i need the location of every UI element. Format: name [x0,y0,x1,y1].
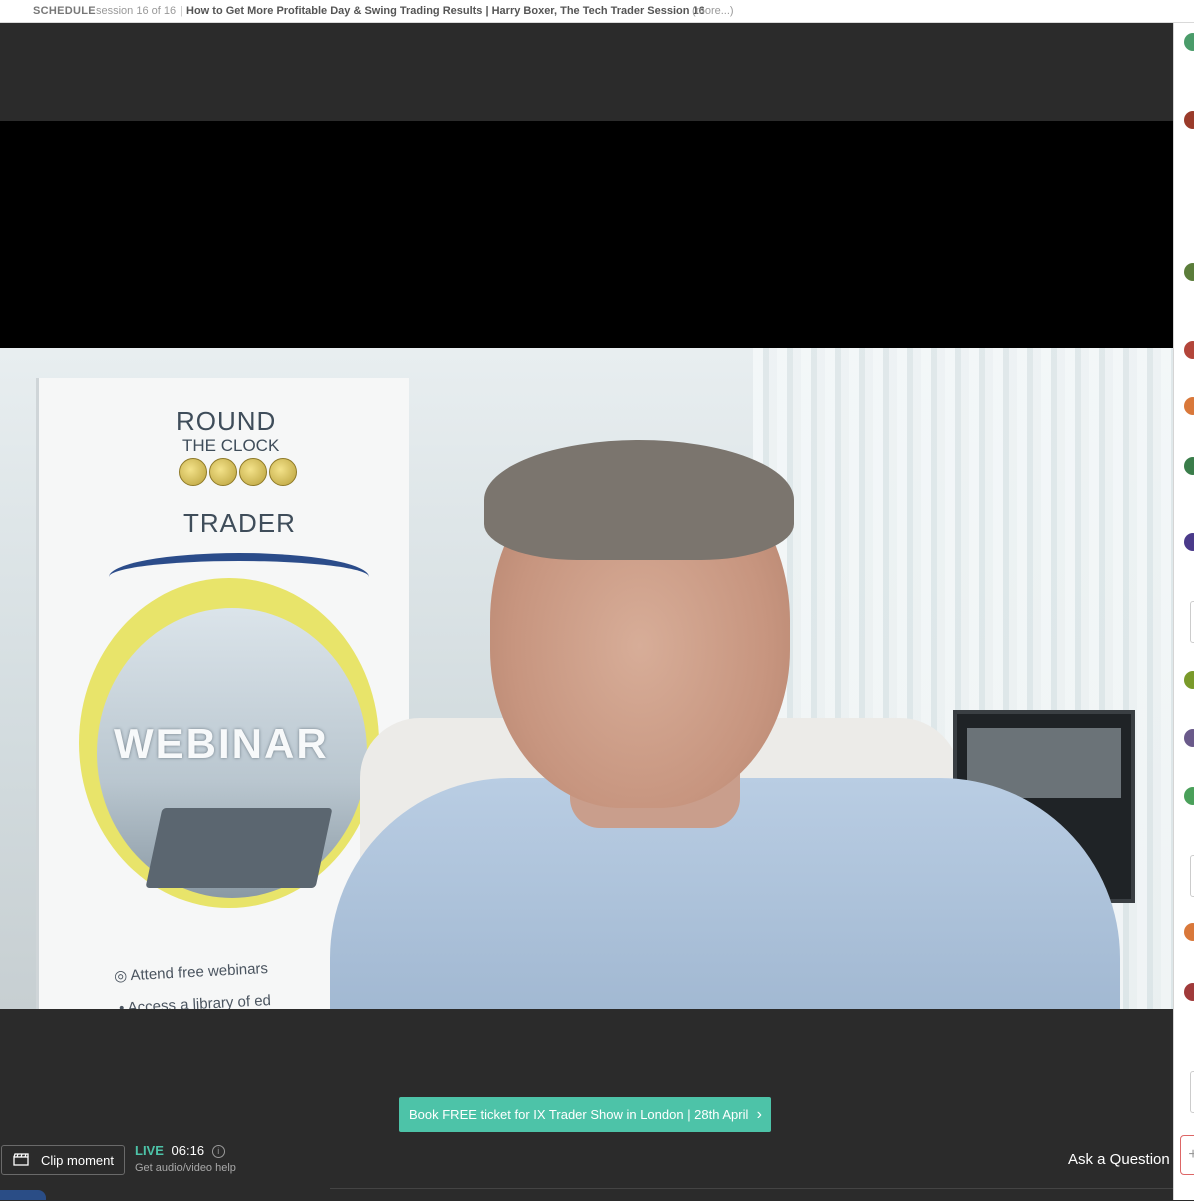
schedule-label[interactable]: SCHEDULE [33,0,96,22]
banner-bullet: ◎ Attend free webinars [113,959,269,986]
banner-bullet: • Access a library of ed [118,992,272,1009]
cta-label: Book FREE ticket for IX Trader Show in L… [409,1107,749,1122]
banner-webinar-text: WEBINAR [114,720,329,767]
attendee-avatar[interactable] [1184,671,1194,689]
add-icon[interactable]: + [1180,1135,1194,1175]
session-counter: session 16 of 16 [96,5,177,17]
clip-moment-label: Clip moment [41,1153,114,1168]
attendee-avatar[interactable] [1184,787,1194,805]
clip-moment-button[interactable]: Clip moment [1,1145,125,1175]
attendee-avatar[interactable] [1184,397,1194,415]
attendee-sidebar: + [1173,23,1194,1200]
attendee-avatar[interactable] [1184,729,1194,747]
attendee-avatar[interactable] [1184,263,1194,281]
attendee-avatar[interactable] [1184,457,1194,475]
attendee-avatar[interactable] [1184,341,1194,359]
ask-question-button[interactable]: Ask a Question [1068,1151,1170,1168]
attendee-card[interactable] [1190,601,1194,643]
chevron-right-icon: › [756,1106,762,1123]
attendee-card[interactable] [1190,1071,1194,1113]
attendee-avatar[interactable] [1184,533,1194,551]
live-time: 06:16 [171,1143,205,1158]
corner-accent [0,1190,46,1200]
book-ticket-button[interactable]: Book FREE ticket for IX Trader Show in L… [399,1097,771,1132]
laptop-graphic [145,808,333,888]
divider: | [180,5,183,17]
video-frame: ROUND THE CLOCK TRADER WEBINAR ◎ Attend … [0,348,1173,1009]
info-icon[interactable]: i [211,1145,225,1158]
live-tag: LIVE [135,1143,164,1158]
banner-brand-line1: ROUND [176,406,277,436]
session-title: How to Get More Profitable Day & Swing T… [186,5,705,17]
coins-logo [179,458,299,488]
attendee-avatar[interactable] [1184,983,1194,1001]
attendee-card[interactable] [1190,855,1194,897]
video-player[interactable]: ROUND THE CLOCK TRADER WEBINAR ◎ Attend … [0,121,1173,1009]
clapperboard-icon [13,1153,29,1166]
attendee-avatar[interactable] [1184,111,1194,129]
more-link[interactable]: (more...) [692,0,734,22]
schedule-bar: SCHEDULE session 16 of 16 | How to Get M… [0,0,1194,23]
banner-brand-line3: TRADER [183,508,296,538]
audio-video-help-link[interactable]: Get audio/video help [135,1162,236,1174]
attendee-avatar[interactable] [1184,33,1194,51]
banner-brand-line2: THE CLOCK [182,436,280,455]
live-indicator: LIVE 06:16 i [135,1143,225,1158]
presenter-hair [484,440,794,560]
bottom-divider [330,1188,1173,1201]
attendee-avatar[interactable] [1184,923,1194,941]
